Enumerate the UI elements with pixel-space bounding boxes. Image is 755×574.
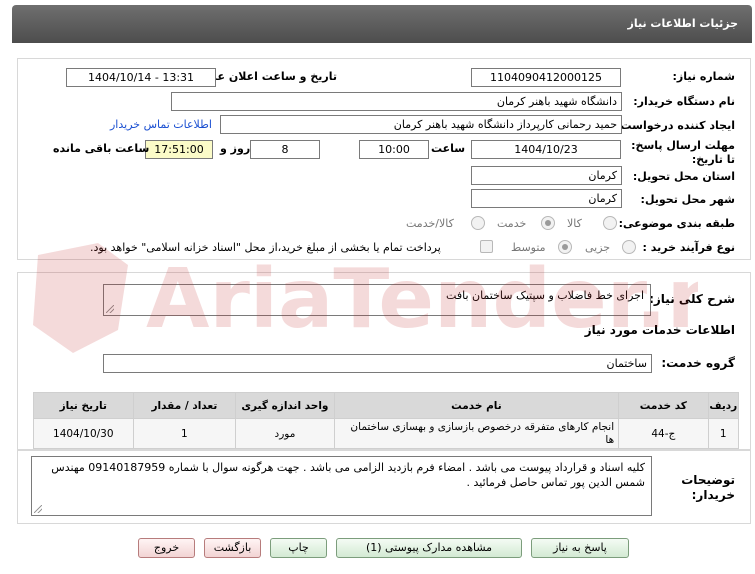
row-index: 1 xyxy=(707,418,740,449)
col-qty: تعداد / مقدار xyxy=(132,392,237,419)
col-name: نام خدمت xyxy=(333,392,620,419)
deadline-date-field: 1404/10/23 xyxy=(471,140,621,159)
need-number-field: 1104090412000125 xyxy=(471,68,621,87)
province-field: کرمان xyxy=(471,166,622,185)
resize-handle[interactable] xyxy=(106,305,114,313)
creator-label: ایجاد کننده درخواست: xyxy=(616,119,735,132)
service-group-label: گروه خدمت: xyxy=(661,356,735,370)
purchase-radio-minor[interactable] xyxy=(622,240,636,254)
notes-label: توضیحات خریدار: xyxy=(681,473,735,502)
reply-button[interactable]: پاسخ به نیاز xyxy=(531,538,629,558)
category-radio-service[interactable] xyxy=(541,216,555,230)
services-section-title: اطلاعات خدمات مورد نیاز xyxy=(584,323,735,337)
notes-text: کلیه اسناد و قرارداد پیوست می باشد . امض… xyxy=(51,461,645,489)
category-radio-both[interactable] xyxy=(471,216,485,230)
category-option-service: خدمت xyxy=(497,217,527,230)
deadline-time-field: 10:00 xyxy=(359,140,429,159)
col-index: ردیف xyxy=(707,392,740,419)
row-name: انجام کارهای متفرقه درخصوص بازسازی و بهس… xyxy=(333,418,620,449)
category-radio-goods[interactable] xyxy=(603,216,617,230)
purchase-radio-medium[interactable] xyxy=(558,240,572,254)
contact-link[interactable]: اطلاعات تماس خریدار xyxy=(110,118,212,131)
print-button[interactable]: چاپ xyxy=(270,538,327,558)
summary-text: اجرای خط فاضلاب و سپتیک ساختمان بافت xyxy=(446,289,644,302)
category-label: طبقه بندی موضوعی: xyxy=(618,217,735,230)
row-unit: مورد xyxy=(235,418,335,449)
deadline-label: مهلت ارسال پاسخ: تا تاریخ: xyxy=(631,139,735,166)
province-label: استان محل تحویل: xyxy=(632,170,735,183)
buyer-org-label: نام دستگاه خریدار: xyxy=(633,95,735,108)
payment-note: پرداخت تمام یا بخشی از مبلغ خرید،از محل … xyxy=(90,241,441,254)
col-unit: واحد اندازه گیری xyxy=(235,392,335,419)
city-field: کرمان xyxy=(471,189,622,208)
notes-field: کلیه اسناد و قرارداد پیوست می باشد . امض… xyxy=(31,456,652,516)
row-date: 1404/10/30 xyxy=(33,418,134,449)
buyer-org-field: دانشگاه شهید باهنر کرمان xyxy=(171,92,622,111)
exit-button[interactable]: خروج xyxy=(138,538,195,558)
remaining-label: ساعت باقی مانده xyxy=(53,142,150,155)
days-field: 8 xyxy=(250,140,320,159)
treasury-checkbox[interactable] xyxy=(480,240,493,253)
service-group-field: ساختمان xyxy=(103,354,652,373)
purchase-type-label: نوع فرآیند خرید : xyxy=(642,241,735,254)
purchase-option-minor: جزیی xyxy=(585,241,611,254)
time-label: ساعت xyxy=(431,142,466,155)
row-code: ج-44 xyxy=(618,418,709,449)
summary-label: شرح کلی نیاز: xyxy=(649,292,735,306)
city-label: شهر محل تحویل: xyxy=(640,193,735,206)
table-row: 1 ج-44 انجام کارهای متفرقه درخصوص بازساز… xyxy=(33,418,740,449)
resize-handle[interactable] xyxy=(34,505,42,513)
table-header-row: ردیف کد خدمت نام خدمت واحد اندازه گیری ت… xyxy=(33,392,740,419)
attachments-button[interactable]: مشاهده مدارک پیوستی (1) xyxy=(336,538,522,558)
window-title: جزئيات اطلاعات نياز xyxy=(12,5,752,43)
back-button[interactable]: بازگشت xyxy=(204,538,261,558)
creator-field: حمید رحمانی کارپرداز دانشگاه شهید باهنر … xyxy=(220,115,622,134)
purchase-option-medium: متوسط xyxy=(511,241,546,254)
remaining-time-field: 17:51:00 xyxy=(145,140,213,159)
services-table: ردیف کد خدمت نام خدمت واحد اندازه گیری ت… xyxy=(33,392,740,449)
days-label: روز و xyxy=(220,142,251,155)
col-date: تاریخ نیاز xyxy=(33,392,134,419)
summary-field: اجرای خط فاضلاب و سپتیک ساختمان بافت xyxy=(103,284,651,316)
row-qty: 1 xyxy=(132,418,237,449)
need-number-label: شماره نیاز: xyxy=(672,70,735,83)
category-option-both: کالا/خدمت xyxy=(406,217,454,230)
col-code: کد خدمت xyxy=(618,392,709,419)
category-option-goods: کالا xyxy=(567,217,582,230)
announce-field: 1404/10/14 - 13:31 xyxy=(66,68,216,87)
